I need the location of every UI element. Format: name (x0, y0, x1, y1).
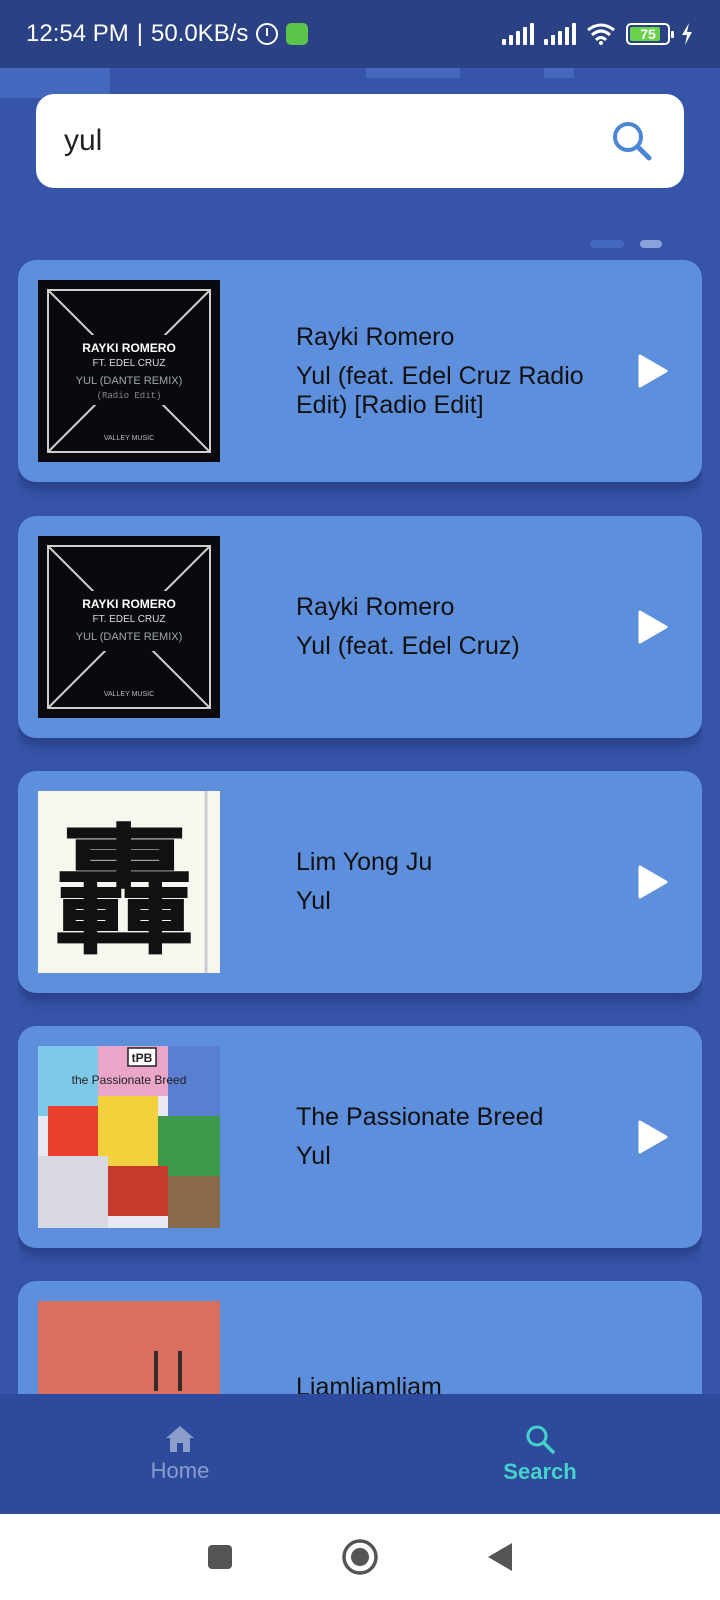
status-speed: 50.0KB/s (150, 20, 249, 47)
nav-home[interactable]: Home (0, 1394, 360, 1514)
status-bar: 12:54 PM | 50.0KB/s 75 (0, 0, 720, 68)
artist-name: Rayki Romero (296, 322, 455, 351)
cover-text: the Passionate Breed (72, 1073, 187, 1087)
artist-name: Liamliamliam (296, 1372, 442, 1395)
signal-icon (544, 23, 576, 45)
song-title: Yul (296, 887, 331, 915)
results-list: RAYKI ROMERO FT. EDEL CRUZ YUL (DANTE RE… (18, 260, 702, 1394)
cover-text: FT. EDEL CRUZ (93, 358, 166, 369)
back-icon (488, 1543, 512, 1571)
background-decoration (640, 240, 662, 248)
album-cover (38, 1301, 220, 1394)
search-bar (36, 94, 684, 188)
nav-home-label: Home (150, 1458, 210, 1483)
result-card[interactable]: RAYKI ROMERO FT. EDEL CRUZ YUL (DANTE RE… (18, 516, 702, 738)
album-cover: tPB the Passionate Breed (38, 1046, 220, 1228)
play-button[interactable] (638, 865, 668, 899)
alarm-icon (256, 23, 279, 45)
background-decoration (590, 240, 624, 248)
play-button[interactable] (638, 1120, 668, 1154)
bottom-navigation: Home Search (0, 1394, 720, 1514)
album-cover: 轟 (38, 791, 220, 973)
signal-icon (502, 23, 534, 45)
artist-name: Rayki Romero (296, 593, 455, 621)
song-title: Yul (feat. Edel Cruz Radio Edit) [Radio … (296, 361, 584, 419)
result-card[interactable]: 轟 Lim Yong Ju Yul (18, 771, 702, 993)
cover-text: RAYKI ROMERO (82, 341, 176, 355)
result-card[interactable]: tPB the Passionate Breed The Passionate … (18, 1026, 702, 1248)
cover-text: (Radio Edit) (97, 391, 162, 401)
search-icon (526, 1425, 555, 1454)
cover-text: 轟 (54, 812, 194, 973)
battery-icon: 75 (626, 23, 674, 45)
song-title: Yul (feat. Edel Cruz) (296, 632, 520, 660)
cover-text: tPB (132, 1051, 153, 1065)
result-card[interactable]: RAYKI ROMERO FT. EDEL CRUZ YUL (DANTE RE… (18, 260, 702, 482)
nav-search[interactable]: Search (360, 1394, 720, 1514)
cover-text: YUL (DANTE REMIX) (76, 631, 183, 643)
back-button[interactable] (480, 1537, 520, 1577)
search-icon (613, 122, 652, 161)
cover-text: VALLEY MUSIC (104, 435, 154, 442)
cover-text: YUL (DANTE REMIX) (76, 375, 183, 387)
artist-name: Lim Yong Ju (296, 848, 433, 876)
album-cover: RAYKI ROMERO FT. EDEL CRUZ YUL (DANTE RE… (38, 536, 220, 718)
album-cover: RAYKI ROMERO FT. EDEL CRUZ YUL (DANTE RE… (38, 280, 220, 462)
home-button[interactable] (340, 1537, 380, 1577)
cover-text: VALLEY MUSIC (104, 691, 154, 698)
cover-text: FT. EDEL CRUZ (93, 614, 166, 625)
artist-name: The Passionate Breed (296, 1103, 544, 1131)
background-decoration (366, 68, 460, 78)
search-input[interactable] (64, 124, 608, 158)
recents-button[interactable] (200, 1537, 240, 1577)
status-time: 12:54 PM (26, 20, 129, 47)
wifi-icon (587, 23, 615, 45)
play-button[interactable] (638, 354, 668, 388)
charging-icon (682, 23, 692, 45)
square-icon (208, 1545, 232, 1569)
background-decoration (544, 68, 574, 78)
app-badge-icon (286, 23, 309, 45)
song-title: Yul (296, 1142, 331, 1170)
nav-search-label: Search (503, 1459, 577, 1484)
result-card[interactable]: Liamliamliam (18, 1281, 702, 1394)
play-button[interactable] (638, 610, 668, 644)
search-button[interactable] (608, 117, 656, 165)
circle-icon (342, 1539, 378, 1575)
home-icon (166, 1426, 194, 1452)
system-navigation-bar (0, 1514, 720, 1600)
cover-text: RAYKI ROMERO (82, 597, 176, 611)
